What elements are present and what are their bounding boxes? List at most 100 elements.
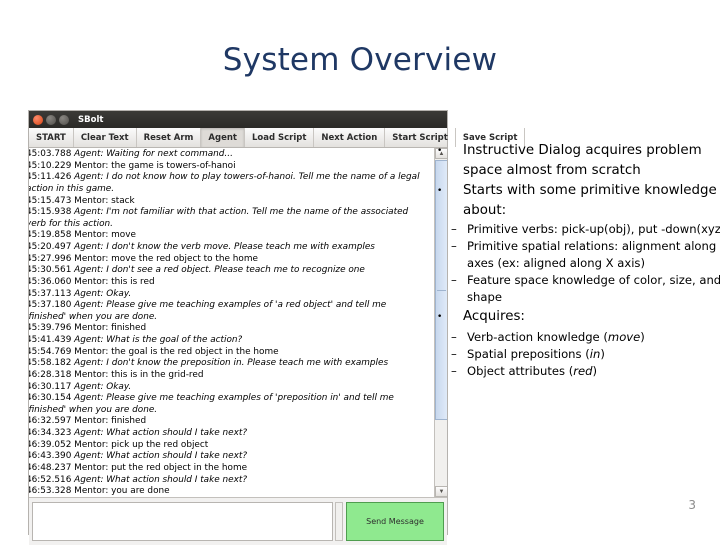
bullet-dot-icon: • (437, 146, 443, 156)
log-line: 45:15.938 Agent: I'm not familiar with t… (29, 207, 422, 230)
bullet-dot-icon: • (437, 186, 443, 197)
conversation-log-text: 45:03.788 Agent: Waiting for next comman… (29, 149, 422, 497)
log-timestamp: 45:37.113 (29, 288, 75, 299)
sbolt-application-window: SBolt START Clear Text Reset Arm Agent Load … (28, 110, 526, 545)
log-timestamp: 46:34.323 (29, 428, 75, 438)
bullet-text: Starts with some primitive knowledge abo… (463, 183, 717, 218)
log-line: 45:10.229 Mentor: the game is towers-of-… (29, 161, 422, 173)
log-message: Agent: What action should I take next? (74, 474, 248, 485)
bullet-text: Object attributes (red) (467, 364, 598, 379)
bullet-item-level-2: – Primitive spatial relations: alignment … (437, 238, 720, 272)
log-line: 46:53.328 Mentor: you are done (29, 486, 422, 497)
toolbar-button-start[interactable]: START (29, 128, 74, 147)
minimize-icon[interactable] (46, 114, 56, 125)
conversation-log-panel: 45:03.788 Agent: Waiting for next comman… (29, 148, 447, 498)
bullet-dash-icon: – (451, 273, 457, 288)
log-line: 45:30.561 Agent: I don't see a red objec… (29, 265, 422, 277)
log-timestamp: 46:30.117 (29, 381, 75, 392)
log-line: 46:34.323 Agent: What action should I ta… (29, 428, 422, 440)
log-message: Agent: What is the goal of the action? (74, 335, 243, 345)
log-timestamp: 45:10.229 (29, 160, 75, 171)
bullet-item-level-2: – Object attributes (red) (437, 363, 720, 380)
log-line: 46:52.516 Agent: What action should I ta… (29, 475, 422, 487)
window-title-bar: SBolt (29, 111, 447, 128)
log-timestamp: 46:52.516 (29, 474, 75, 485)
send-message-button[interactable]: Send Message (346, 502, 444, 541)
log-line: 46:32.597 Mentor: finished (29, 416, 422, 428)
toolbar-button-agent[interactable]: Agent (201, 128, 245, 147)
message-input-scrollbar[interactable] (335, 502, 343, 541)
log-message: Mentor: the game is towers-of-hanoi (74, 160, 236, 171)
bullet-item-level-2: – Verb-action knowledge (move) (437, 329, 720, 346)
log-message: Mentor: move (74, 230, 136, 241)
log-message: Mentor: the goal is the red object in th… (74, 346, 279, 357)
scroll-down-arrow-icon[interactable]: ▼ (435, 486, 447, 497)
toolbar-button-clear-text[interactable]: Clear Text (74, 128, 137, 147)
bullet-text: Instructive Dialog acquires problem spac… (463, 143, 702, 178)
log-message: Mentor: this is red (74, 276, 155, 287)
log-timestamp: 46:43.390 (29, 451, 75, 462)
log-line: 46:30.117 Agent: Okay. (29, 382, 422, 394)
bullet-text: Primitive verbs: pick-up(obj), put -down… (467, 222, 720, 237)
message-input-row: Send Message (29, 498, 447, 545)
bullet-text: Acquires: (463, 309, 525, 325)
log-line: 46:48.237 Mentor: put the red object in … (29, 463, 422, 475)
log-line: 45:27.996 Mentor: move the red object to… (29, 254, 422, 266)
log-timestamp: 46:39.052 (29, 439, 75, 450)
log-line: 45:15.473 Mentor: stack (29, 196, 422, 208)
log-message: Mentor: put the red object in the home (74, 462, 248, 473)
bullet-emphasis: move (607, 330, 641, 345)
toolbar-button-load-script[interactable]: Load Script (245, 128, 315, 147)
toolbar-button-reset-arm[interactable]: Reset Arm (137, 128, 202, 147)
log-message: Mentor: you are done (74, 486, 170, 497)
log-line: 45:41.439 Agent: What is the goal of the… (29, 335, 422, 347)
log-line: 45:11.426 Agent: I do not know how to pl… (29, 172, 422, 195)
bullet-text: Primitive spatial relations: alignment a… (467, 239, 717, 271)
log-message: Mentor: finished (74, 323, 147, 334)
log-timestamp: 45:58.182 (29, 358, 75, 369)
log-message: Agent: I'm not familiar with that action… (29, 207, 409, 229)
bullet-item-level-1: • Instructive Dialog acquires problem spa… (437, 141, 720, 180)
log-line: 45:19.858 Mentor: move (29, 230, 422, 242)
close-icon[interactable] (33, 114, 43, 125)
bullet-emphasis: in (589, 347, 601, 362)
maximize-icon[interactable] (59, 114, 69, 125)
bullet-item-level-1: • Acquires: (437, 307, 720, 328)
log-message: Mentor: this is in the grid-red (74, 369, 204, 380)
log-message: Agent: I don't know the verb move. Pleas… (74, 242, 375, 252)
log-message: Agent: I don't know the preposition in. … (74, 358, 389, 369)
log-line: 45:37.113 Agent: Okay. (29, 289, 422, 301)
log-timestamp: 45:54.769 (29, 346, 75, 357)
toolbar-button-next-action[interactable]: Next Action (314, 128, 386, 147)
log-timestamp: 45:36.060 (29, 276, 75, 287)
bullet-emphasis: red (573, 364, 593, 379)
log-timestamp: 45:37.180 (29, 300, 75, 311)
log-message: Mentor: move the red object to the home (74, 253, 258, 264)
log-message: Agent: I do not know how to play towers-… (29, 172, 420, 194)
log-timestamp: 45:39.796 (29, 323, 75, 334)
log-line: 46:43.390 Agent: What action should I ta… (29, 451, 422, 463)
bullet-item-level-2: – Spatial prepositions (in) (437, 346, 720, 363)
log-timestamp: 45:41.439 (29, 335, 75, 345)
log-timestamp: 46:28.318 (29, 369, 75, 380)
log-timestamp: 46:48.237 (29, 462, 75, 473)
log-line: 45:03.788 Agent: Waiting for next comman… (29, 149, 422, 161)
bullet-item-level-2: – Primitive verbs: pick-up(obj), put -dow… (437, 221, 720, 238)
bullet-text: Spatial prepositions (in) (467, 347, 605, 362)
bullet-text: Verb-action knowledge (move) (467, 330, 645, 345)
log-line: 45:20.497 Agent: I don't know the verb m… (29, 242, 422, 254)
message-input[interactable] (32, 502, 333, 541)
window-title: SBolt (78, 114, 104, 125)
log-message: Agent: What action should I take next? (74, 428, 248, 438)
log-line: 45:37.180 Agent: Please give me teaching… (29, 300, 422, 323)
log-line: 45:54.769 Mentor: the goal is the red ob… (29, 347, 422, 359)
log-timestamp: 45:11.426 (29, 172, 75, 183)
log-timestamp: 45:03.788 (29, 149, 75, 159)
bullet-item-level-1: • Starts with some primitive knowledge ab… (437, 181, 720, 220)
log-message: Agent: I don't see a red object. Please … (74, 265, 365, 276)
log-timestamp: 45:19.858 (29, 230, 75, 241)
log-message: Mentor: stack (74, 195, 135, 206)
log-timestamp: 46:30.154 (29, 393, 75, 404)
log-timestamp: 46:53.328 (29, 486, 75, 497)
log-timestamp: 45:15.938 (29, 207, 75, 218)
